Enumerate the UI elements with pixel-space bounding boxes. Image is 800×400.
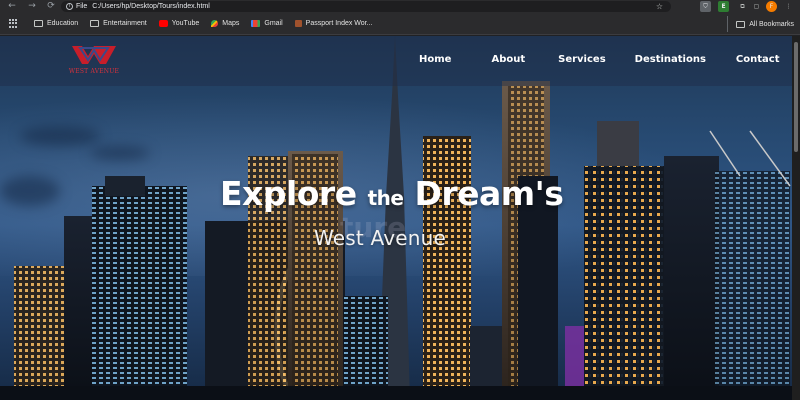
all-bookmarks-label: All Bookmarks xyxy=(749,20,794,28)
bookmark-star-icon[interactable]: ☆ xyxy=(656,1,663,12)
building xyxy=(14,266,70,400)
folder-icon xyxy=(90,20,100,27)
logo-mark-icon xyxy=(72,46,116,64)
nav-about[interactable]: About xyxy=(491,54,525,65)
nav-home[interactable]: Home xyxy=(419,54,451,65)
maps-icon xyxy=(211,20,219,27)
profile-avatar-icon[interactable]: F xyxy=(766,1,777,12)
bookmark-gmail[interactable]: Gmail xyxy=(246,16,287,32)
reload-icon[interactable]: ⟳ xyxy=(44,0,58,13)
street-lights xyxy=(0,386,792,400)
main-nav: Home About Services Destinations Contact xyxy=(419,54,792,65)
youtube-icon xyxy=(158,20,168,27)
hero-title-word: the xyxy=(367,186,404,210)
bookmark-passport-index[interactable]: Passport Index Wor... xyxy=(290,16,378,32)
site-header: WEST AVENUE Home About Services Destinat… xyxy=(0,36,792,86)
extensions-puzzle-icon[interactable]: ⧉ xyxy=(737,1,748,12)
bookmark-maps[interactable]: Maps xyxy=(206,16,244,32)
bookmark-label: Passport Index Wor... xyxy=(305,20,373,27)
building xyxy=(715,171,790,400)
bookmark-label: YouTube xyxy=(171,20,200,27)
bookmark-label: Education xyxy=(47,20,79,27)
building xyxy=(105,176,145,196)
building xyxy=(92,186,187,400)
bookmark-label: Gmail xyxy=(264,20,283,27)
bookmark-label: Maps xyxy=(222,20,240,27)
folder-icon xyxy=(34,20,43,27)
url-text[interactable]: C:/Users/hp/Desktop/Tours/index.html xyxy=(92,3,210,10)
passport-icon xyxy=(294,20,302,27)
building xyxy=(343,296,388,400)
hero-title-word: Explore xyxy=(220,174,357,213)
building xyxy=(584,166,664,400)
menu-kebab-icon[interactable]: ⋮ xyxy=(783,1,794,12)
bookmark-youtube[interactable]: YouTube xyxy=(154,16,205,32)
e-extension-icon[interactable]: E xyxy=(718,1,729,12)
nav-services[interactable]: Services xyxy=(558,54,606,65)
bookmark-entertainment[interactable]: Entertainment xyxy=(85,16,152,32)
hero-subtitle: West Avenue xyxy=(314,226,447,250)
hero-title: Explore the Dream's xyxy=(220,174,580,213)
browser-toolbar: ← → ⟳ i File C:/Users/hp/Desktop/Tours/i… xyxy=(0,0,800,13)
bookmark-label: Entertainment xyxy=(103,20,147,27)
url-scheme-label: File xyxy=(76,3,88,10)
scrollbar-thumb[interactable] xyxy=(794,42,798,152)
shield-extension-icon[interactable]: ⛉ xyxy=(700,1,711,12)
folder-icon xyxy=(736,20,746,28)
page-viewport: WEST AVENUE Home About Services Destinat… xyxy=(0,36,792,400)
site-logo[interactable]: WEST AVENUE xyxy=(66,44,122,80)
building xyxy=(664,156,719,400)
hero-title-word: Dream's xyxy=(414,174,564,213)
nav-contact[interactable]: Contact xyxy=(736,54,780,65)
sidebar-icon[interactable]: ▢ xyxy=(751,1,762,12)
forward-arrow-icon[interactable]: → xyxy=(25,0,39,13)
info-icon[interactable]: i xyxy=(66,3,73,10)
address-bar[interactable]: i File C:/Users/hp/Desktop/Tours/index.h… xyxy=(61,1,671,12)
back-arrow-icon[interactable]: ← xyxy=(5,0,19,13)
page-scrollbar[interactable] xyxy=(792,36,800,400)
bookmarks-bar: Education Entertainment YouTube Maps Gma… xyxy=(0,13,800,35)
bookmark-education[interactable]: Education xyxy=(29,16,83,32)
nav-destinations[interactable]: Destinations xyxy=(635,54,706,65)
gmail-icon xyxy=(251,20,261,27)
all-bookmarks-button[interactable]: All Bookmarks xyxy=(727,16,794,32)
logo-text: WEST AVENUE xyxy=(68,68,120,75)
apps-grid-icon[interactable] xyxy=(9,18,19,29)
